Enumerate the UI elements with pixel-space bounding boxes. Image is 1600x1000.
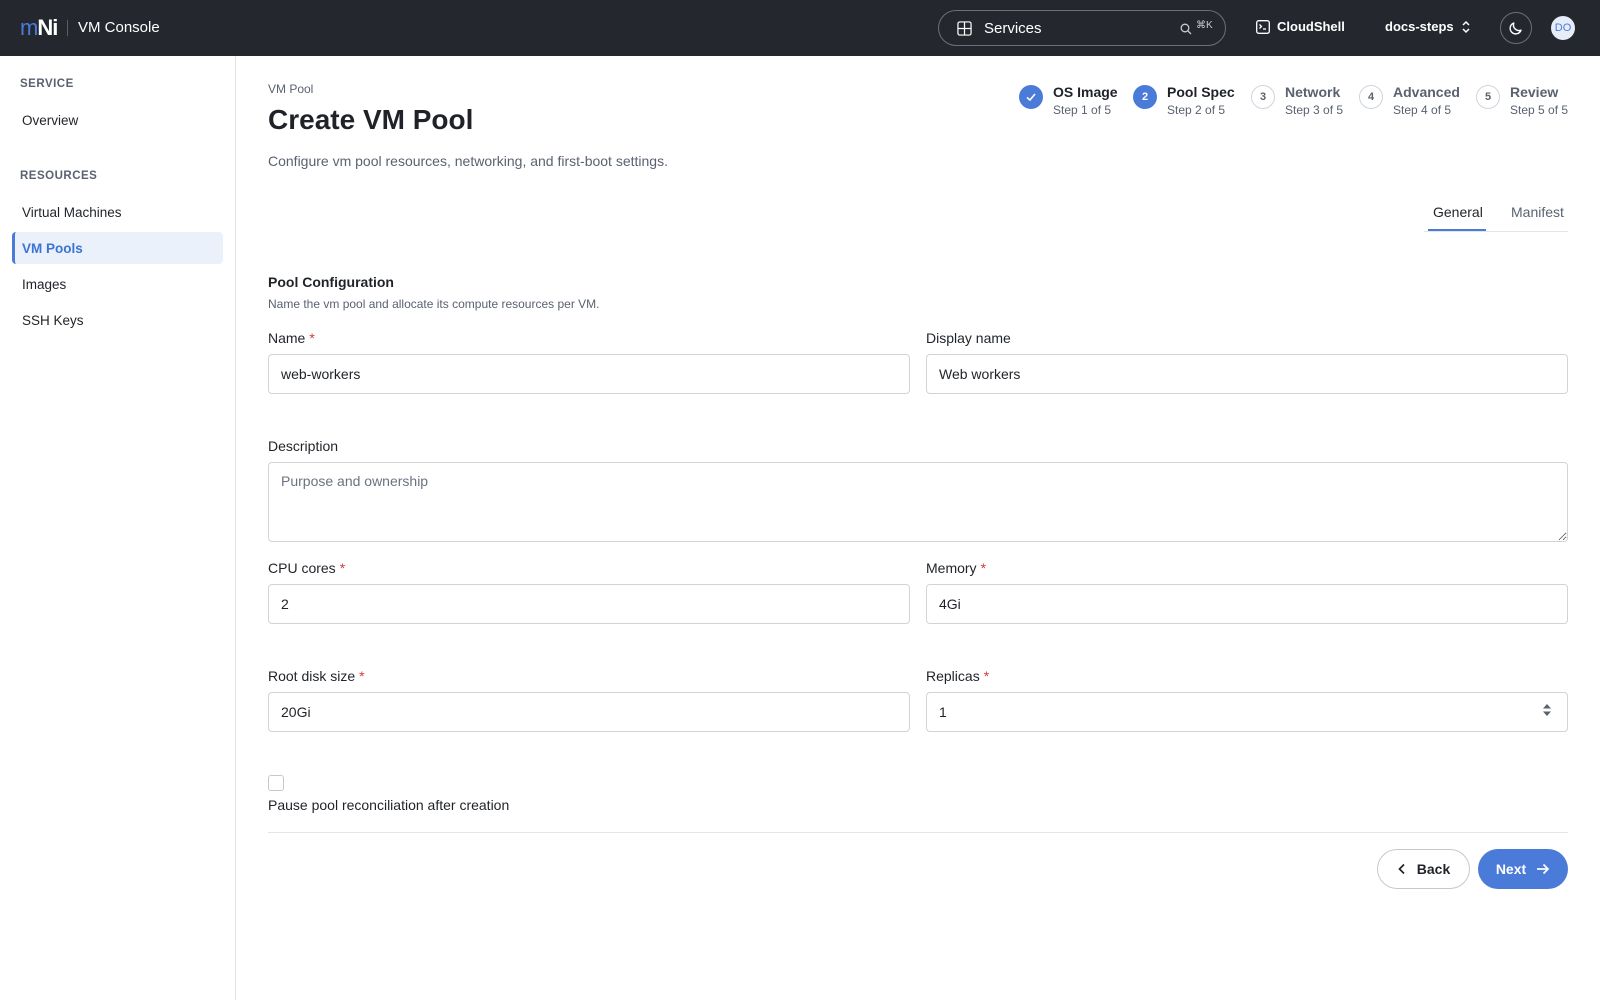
cpu-label: CPU cores *	[268, 560, 345, 576]
app-title[interactable]: VM Console	[78, 19, 160, 36]
step-review[interactable]: 5 Review Step 5 of 5	[1476, 84, 1568, 117]
section-description: Name the vm pool and allocate its comput…	[268, 297, 600, 311]
next-button[interactable]: Next	[1478, 849, 1568, 889]
memory-label-text: Memory	[926, 560, 977, 576]
replicas-number-input[interactable]	[926, 692, 1568, 732]
required-marker: *	[339, 560, 346, 576]
root-disk-label-text: Root disk size	[268, 668, 356, 684]
step-name: Advanced	[1393, 84, 1460, 100]
page-subtitle: Configure vm pool resources, networking,…	[268, 153, 668, 169]
cpu-label-text: CPU cores	[268, 560, 336, 576]
replicas-label: Replicas *	[926, 668, 989, 684]
replicas-label-text: Replicas	[926, 668, 980, 684]
sidebar-item-vm-pools[interactable]: VM Pools	[12, 232, 223, 264]
top-bar: m Ni VM Console Services ⌘K CloudShell do…	[0, 0, 1600, 56]
description-label: Description	[268, 438, 339, 454]
step-name: Pool Spec	[1167, 84, 1235, 100]
required-marker: *	[980, 560, 987, 576]
required-marker: *	[983, 668, 990, 684]
tab-manifest[interactable]: Manifest	[1511, 204, 1564, 220]
logo-divider	[67, 20, 68, 36]
footer-divider	[268, 832, 1568, 833]
pause-reconciliation-checkbox[interactable]	[268, 775, 284, 791]
tab-general[interactable]: General	[1433, 204, 1483, 220]
sidebar-item-virtual-machines[interactable]: Virtual Machines	[12, 196, 223, 228]
step-sub: Step 3 of 5	[1285, 103, 1344, 117]
back-button[interactable]: Back	[1377, 849, 1470, 889]
services-label: Services	[984, 20, 1042, 37]
step-advanced[interactable]: 4 Advanced Step 4 of 5	[1359, 84, 1460, 117]
step-network[interactable]: 3 Network Step 3 of 5	[1251, 84, 1343, 117]
display-name-input[interactable]	[926, 354, 1568, 394]
cloudshell-button[interactable]: CloudShell	[1256, 19, 1345, 34]
number-stepper-icon[interactable]	[1542, 702, 1552, 718]
search-icon	[1180, 23, 1192, 35]
active-tab-indicator	[1428, 229, 1486, 231]
logo-m: m	[20, 15, 38, 40]
step-pool-spec[interactable]: 2 Pool Spec Step 2 of 5	[1133, 84, 1235, 117]
chevron-up-down-icon	[1462, 20, 1470, 33]
namespace-label: docs-steps	[1385, 19, 1454, 34]
step-sub: Step 2 of 5	[1167, 103, 1226, 117]
sidebar-item-ssh-keys[interactable]: SSH Keys	[12, 304, 223, 336]
theme-toggle-button[interactable]	[1500, 12, 1532, 44]
step-sub: Step 4 of 5	[1393, 103, 1452, 117]
step-name: Network	[1285, 84, 1341, 100]
back-label: Back	[1416, 861, 1451, 877]
cpu-cores-input[interactable]	[268, 584, 910, 624]
chevron-left-icon	[1398, 863, 1405, 875]
step-sub: Step 5 of 5	[1510, 103, 1569, 117]
terminal-icon	[1256, 19, 1270, 34]
root-disk-label: Root disk size *	[268, 668, 365, 684]
step-complete-indicator	[1019, 85, 1043, 109]
cloudshell-label: CloudShell	[1277, 19, 1345, 34]
search-shortcut: ⌘K	[1196, 20, 1213, 31]
step-os-image[interactable]: OS Image Step 1 of 5	[1019, 84, 1118, 117]
root-disk-size-input[interactable]	[268, 692, 910, 732]
memory-input[interactable]	[926, 584, 1568, 624]
page-title: Create VM Pool	[268, 104, 474, 135]
check-icon	[1026, 93, 1036, 102]
name-label-text: Name	[268, 330, 306, 346]
step-number: 3	[1251, 85, 1275, 109]
display-name-label: Display name	[926, 330, 1011, 346]
step-name: OS Image	[1053, 84, 1118, 100]
sidebar-section-service: SERVICE	[20, 78, 74, 90]
pause-reconciliation-label[interactable]: Pause pool reconciliation after creation	[268, 797, 509, 813]
required-marker: *	[359, 668, 365, 684]
step-number: 5	[1476, 85, 1500, 109]
grid-icon	[957, 21, 972, 36]
logo[interactable]: m Ni	[20, 15, 58, 40]
step-number: 2	[1133, 85, 1157, 109]
name-input[interactable]	[268, 354, 910, 394]
required-marker: *	[309, 330, 315, 346]
logo-ni: Ni	[37, 15, 58, 40]
avatar[interactable]: DO	[1551, 16, 1575, 40]
services-search[interactable]: Services ⌘K	[938, 10, 1226, 46]
sidebar-item-images[interactable]: Images	[12, 268, 223, 300]
sidebar-section-resources: RESOURCES	[20, 170, 98, 182]
step-number: 4	[1359, 85, 1383, 109]
step-name: Review	[1510, 84, 1559, 100]
memory-label: Memory *	[926, 560, 986, 576]
sidebar: SERVICE Overview RESOURCES Virtual Machi…	[0, 56, 236, 1000]
tab-bar: General Manifest	[1424, 200, 1568, 232]
name-label: Name *	[268, 330, 315, 346]
step-sub: Step 1 of 5	[1053, 103, 1112, 117]
arrow-right-icon	[1537, 863, 1550, 875]
sidebar-item-overview[interactable]: Overview	[12, 104, 223, 136]
namespace-switcher[interactable]: docs-steps	[1385, 19, 1471, 34]
next-label: Next	[1495, 861, 1527, 877]
description-textarea[interactable]	[268, 462, 1568, 542]
section-title: Pool Configuration	[268, 274, 394, 290]
moon-icon	[1509, 22, 1522, 35]
breadcrumb[interactable]: VM Pool	[268, 82, 313, 96]
